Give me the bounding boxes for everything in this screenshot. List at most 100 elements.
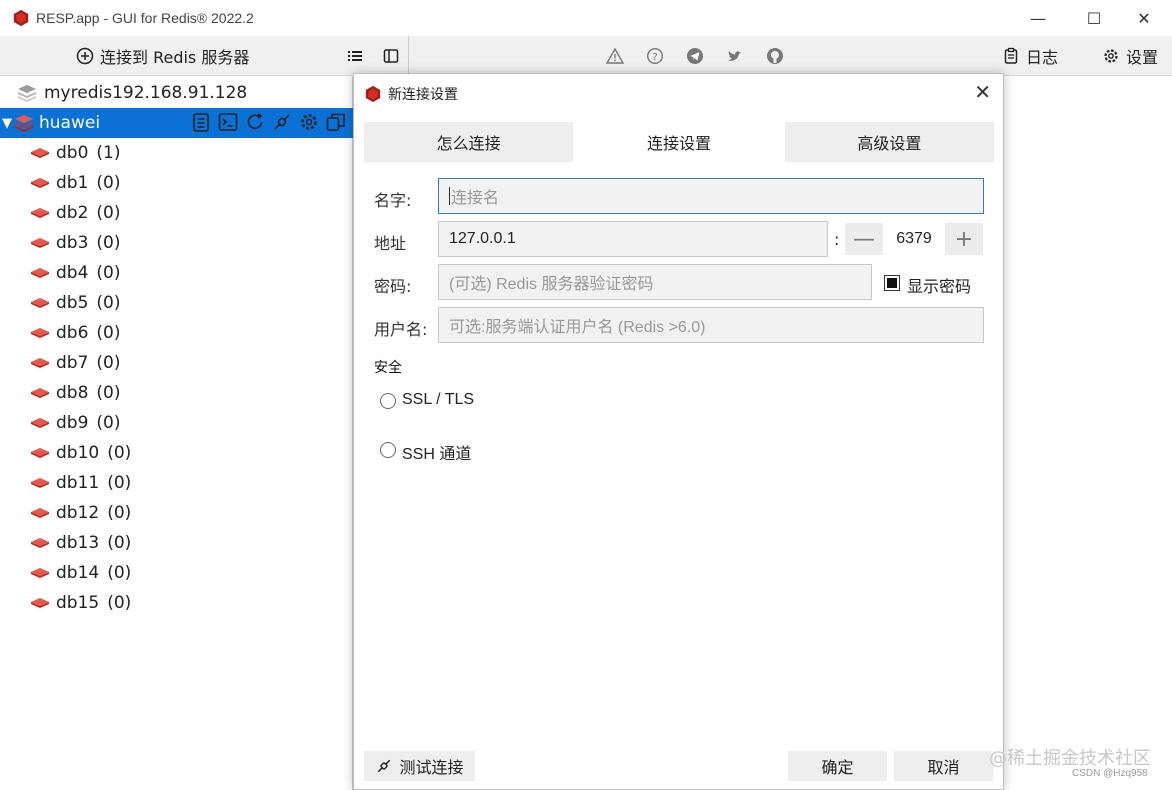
- database-name: db15: [56, 593, 100, 613]
- connection-name: huawei: [39, 113, 101, 133]
- log-label: 日志: [1026, 48, 1059, 67]
- settings-button[interactable]: 设置: [1102, 36, 1158, 76]
- telegram-button[interactable]: [686, 36, 704, 76]
- redis-db-icon: [31, 568, 49, 578]
- toggle-panel-button[interactable]: [382, 36, 400, 76]
- redis-db-icon: [31, 148, 49, 158]
- watermark-sub: CSDN @Hzq958: [1072, 768, 1148, 779]
- connection-name: myredis192.168.91.128: [44, 83, 248, 103]
- port-input[interactable]: 6379: [884, 223, 944, 255]
- tab-how-to-connect[interactable]: 怎么连接: [364, 122, 574, 162]
- ok-button[interactable]: 确定: [788, 751, 887, 781]
- text-cursor: [449, 187, 450, 205]
- redis-db-icon: [31, 328, 49, 338]
- database-item[interactable]: db4 (0): [0, 258, 353, 288]
- database-item[interactable]: db11 (0): [0, 468, 353, 498]
- watermark-text: @稀土掘金技术社区: [989, 748, 1151, 769]
- tab-connection-settings[interactable]: 连接设置: [574, 122, 784, 162]
- port-decrement-button[interactable]: —: [845, 223, 883, 255]
- username-input[interactable]: 可选:服务端认证用户名 (Redis >6.0): [438, 307, 984, 343]
- log-button[interactable]: 日志: [1002, 36, 1058, 76]
- server-stack-icon: [15, 115, 33, 132]
- connection-name-input[interactable]: 连接名: [438, 178, 984, 214]
- database-item[interactable]: db5 (0): [0, 288, 353, 318]
- telegram-icon: [687, 48, 703, 64]
- disconnect-icon[interactable]: [271, 111, 293, 133]
- resp-logo-icon: [365, 85, 381, 103]
- database-name: db12: [56, 503, 100, 523]
- database-name: db13: [56, 533, 100, 553]
- address-input[interactable]: 127.0.0.1: [438, 221, 828, 257]
- show-password-label: 显示密码: [907, 279, 972, 296]
- reload-icon[interactable]: [244, 111, 266, 133]
- redis-db-icon: [31, 238, 49, 248]
- database-item[interactable]: db6 (0): [0, 318, 353, 348]
- toolbar-divider: [408, 36, 409, 76]
- server-info-icon[interactable]: [190, 111, 212, 133]
- show-password-checkbox[interactable]: [884, 275, 900, 291]
- console-icon[interactable]: [217, 111, 239, 133]
- ssl-tls-radio[interactable]: [380, 393, 396, 409]
- gear-icon[interactable]: [298, 111, 320, 133]
- name-label: 名字:: [374, 191, 412, 210]
- database-item[interactable]: db13 (0): [0, 528, 353, 558]
- maximize-button[interactable]: ☐: [1066, 0, 1122, 36]
- database-item[interactable]: db8 (0): [0, 378, 353, 408]
- copy-icon[interactable]: [325, 111, 347, 133]
- report-issue-button[interactable]: [606, 36, 624, 76]
- database-key-count: (0): [96, 383, 121, 403]
- database-item[interactable]: db0 (1): [0, 138, 353, 168]
- list-view-button[interactable]: [346, 36, 364, 76]
- resp-logo-icon: [13, 9, 29, 27]
- dialog-close-button[interactable]: ✕: [974, 80, 991, 104]
- database-item[interactable]: db10 (0): [0, 438, 353, 468]
- database-item[interactable]: db3 (0): [0, 228, 353, 258]
- redis-db-icon: [31, 598, 49, 608]
- database-item[interactable]: db7 (0): [0, 348, 353, 378]
- password-input[interactable]: (可选) Redis 服务器验证密码: [438, 264, 872, 300]
- cancel-button[interactable]: 取消: [894, 751, 993, 781]
- connection-item-myredis[interactable]: myredis192.168.91.128: [0, 78, 353, 108]
- connection-tree: myredis192.168.91.128 ▼ huawei db0 (1) d…: [0, 77, 353, 790]
- tab-advanced-settings[interactable]: 高级设置: [784, 122, 994, 162]
- github-button[interactable]: [766, 36, 784, 76]
- twitter-icon: [728, 51, 741, 61]
- expand-arrow-icon[interactable]: ▼: [2, 116, 12, 131]
- test-connection-button[interactable]: 测试连接: [364, 751, 475, 781]
- database-key-count: (0): [96, 413, 121, 433]
- ssh-tunnel-label: SSH 通道: [402, 446, 472, 463]
- database-item[interactable]: db1 (0): [0, 168, 353, 198]
- github-icon: [767, 48, 783, 64]
- clipboard-icon: [1004, 47, 1018, 64]
- redis-db-icon: [31, 358, 49, 368]
- twitter-button[interactable]: [726, 36, 744, 76]
- close-window-button[interactable]: ✕: [1116, 0, 1172, 36]
- database-name: db6: [56, 323, 89, 343]
- port-increment-button[interactable]: +: [945, 223, 983, 255]
- redis-db-icon: [31, 208, 49, 218]
- connection-item-huawei[interactable]: ▼ huawei: [0, 108, 353, 138]
- database-item[interactable]: db2 (0): [0, 198, 353, 228]
- database-item[interactable]: db14 (0): [0, 558, 353, 588]
- database-key-count: (0): [107, 443, 132, 463]
- connect-to-redis-button[interactable]: 连接到 Redis 服务器: [76, 36, 249, 76]
- new-connection-dialog: 新连接设置 ✕ 怎么连接 连接设置 高级设置 名字: 连接名 地址 127.0.…: [353, 73, 1004, 790]
- plus-circle-icon: [76, 47, 94, 65]
- help-button[interactable]: ?: [646, 36, 664, 76]
- password-label: 密码:: [374, 277, 412, 296]
- ssh-tunnel-radio[interactable]: [380, 442, 396, 458]
- help-icon: ?: [646, 47, 664, 65]
- settings-label: 设置: [1126, 48, 1159, 67]
- database-name: db10: [56, 443, 100, 463]
- title-bar: RESP.app - GUI for Redis® 2022.2: [0, 0, 1172, 36]
- minimize-button[interactable]: —: [1010, 0, 1066, 36]
- plug-icon: [378, 759, 391, 773]
- database-key-count: (0): [107, 503, 132, 523]
- redis-db-icon: [31, 178, 49, 188]
- database-item[interactable]: db9 (0): [0, 408, 353, 438]
- database-name: db11: [56, 473, 100, 493]
- database-item[interactable]: db15 (0): [0, 588, 353, 618]
- dialog-title-bar: 新连接设置: [364, 82, 458, 106]
- database-key-count: (1): [96, 143, 121, 163]
- database-item[interactable]: db12 (0): [0, 498, 353, 528]
